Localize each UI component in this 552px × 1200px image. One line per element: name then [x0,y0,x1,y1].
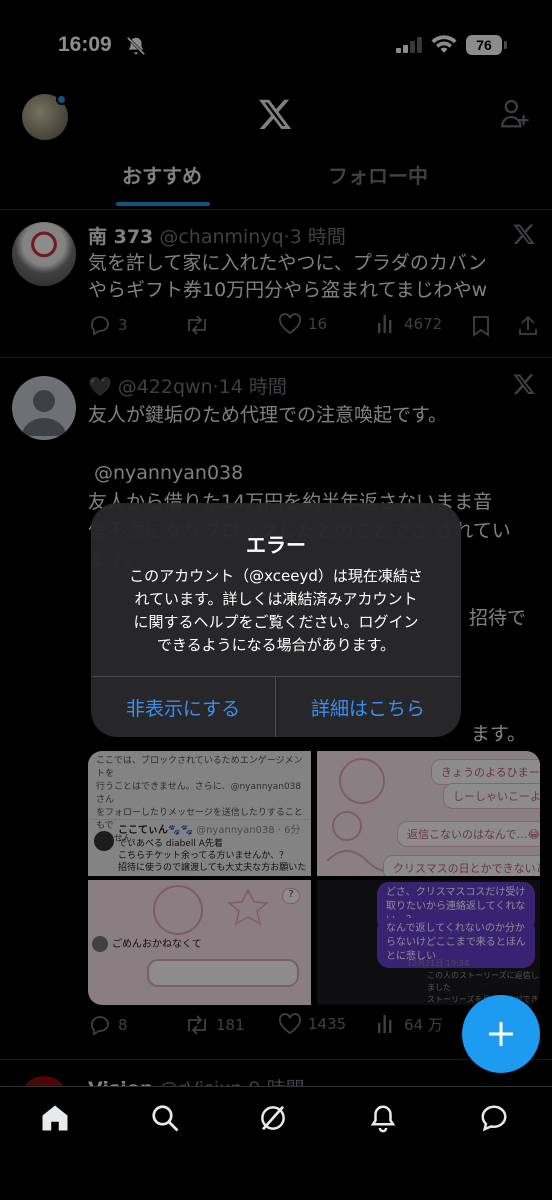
compose-button[interactable] [462,995,540,1073]
error-dialog: エラー このアカウント（@xceeyd）は現在凍結さ れています。詳しくは凍結済… [91,503,461,737]
grok-icon[interactable] [258,1103,288,1133]
dialog-title: エラー [246,533,306,557]
hide-button[interactable]: 非表示にする [91,677,275,737]
messages-icon[interactable] [478,1103,510,1133]
home-icon[interactable] [40,1103,70,1133]
learn-more-button[interactable]: 詳細はこちら [276,677,460,737]
notifications-icon[interactable] [368,1103,398,1133]
dialog-message-line: れています。詳しくは凍結済みアカウント [134,590,418,608]
search-icon[interactable] [150,1103,180,1133]
dialog-message: このアカウント（@xceeyd）は現在凍結さ れています。詳しくは凍結済みアカウ… [111,565,441,657]
plus-icon [489,1022,513,1046]
dialog-message-line: このアカウント（@xceeyd）は現在凍結さ [129,567,423,585]
dialog-message-line: に関するヘルプをご覧ください。ログイン [133,613,419,631]
dialog-message-line: できるようになる場合があります。 [156,636,396,654]
bottom-nav [0,1086,552,1200]
